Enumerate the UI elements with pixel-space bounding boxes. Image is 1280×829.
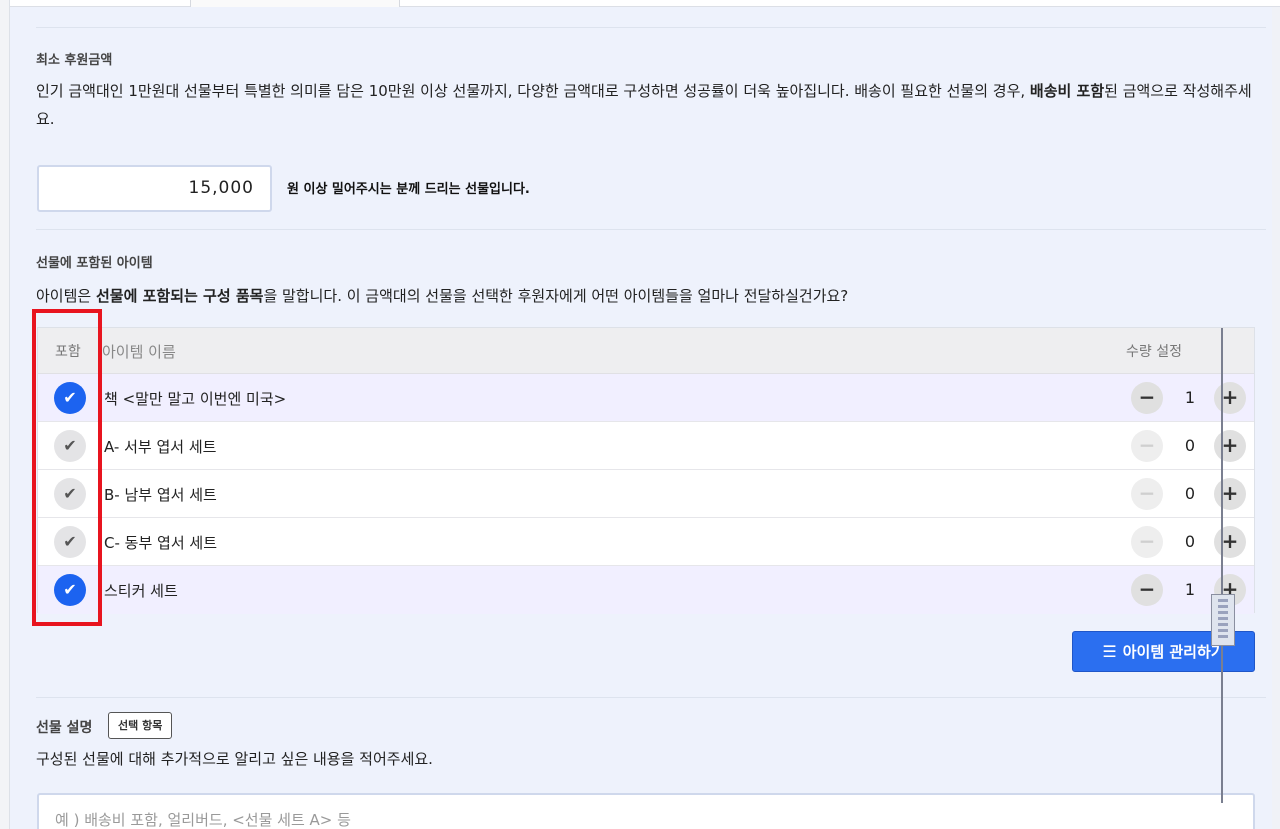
decrease-button[interactable]: − bbox=[1131, 526, 1163, 558]
min-amount-description: 인기 금액대인 1만원대 선물부터 특별한 의미를 담은 10만원 이상 선물까… bbox=[36, 77, 1266, 133]
plus-icon: + bbox=[1221, 529, 1239, 553]
item-quantity: 0 bbox=[1184, 436, 1196, 455]
table-row: ✔ B- 남부 엽서 세트 − 0 + bbox=[38, 470, 1254, 518]
left-scroll-strip bbox=[0, 0, 10, 829]
increase-button[interactable]: + bbox=[1214, 478, 1246, 510]
min-amount-title: 최소 후원금액 bbox=[36, 53, 113, 68]
drag-guide-line bbox=[1221, 328, 1223, 803]
decrease-button[interactable]: − bbox=[1131, 478, 1163, 510]
minus-icon: − bbox=[1138, 577, 1156, 601]
table-header: 포함 아이템 이름 수량 설정 bbox=[38, 328, 1254, 374]
min-amount-input[interactable]: 15,000 bbox=[37, 165, 272, 212]
minus-icon: − bbox=[1138, 385, 1156, 409]
table-row: ✔ 책 <말만 말고 이번엔 미국> − 1 + bbox=[38, 374, 1254, 422]
item-quantity: 0 bbox=[1184, 532, 1196, 551]
decrease-button[interactable]: − bbox=[1131, 574, 1163, 606]
increase-button[interactable]: + bbox=[1214, 526, 1246, 558]
item-quantity: 0 bbox=[1184, 484, 1196, 503]
divider bbox=[36, 229, 1266, 230]
item-name: 스티커 세트 bbox=[104, 582, 178, 600]
item-name: B- 남부 엽서 세트 bbox=[104, 486, 217, 504]
gift-description-title: 선물 설명 bbox=[36, 720, 93, 736]
plus-icon: + bbox=[1221, 481, 1239, 505]
decrease-button[interactable]: − bbox=[1131, 382, 1163, 414]
item-name: 책 <말만 말고 이번엔 미국> bbox=[104, 390, 287, 408]
table-row: ✔ C- 동부 엽서 세트 − 0 + bbox=[38, 518, 1254, 566]
items-section-title: 선물에 포함된 아이템 bbox=[36, 256, 153, 271]
item-quantity: 1 bbox=[1184, 388, 1196, 407]
divider bbox=[36, 697, 1266, 698]
minus-icon: − bbox=[1138, 529, 1156, 553]
top-tab[interactable] bbox=[190, 0, 400, 7]
items-section-description: 아이템은 선물에 포함되는 구성 품목을 말합니다. 이 금액대의 선물을 선택… bbox=[36, 282, 1266, 310]
manage-items-label: 아이템 관리하기 bbox=[1122, 643, 1225, 661]
divider bbox=[36, 27, 1266, 28]
include-column-highlight bbox=[32, 309, 102, 626]
drag-handle[interactable] bbox=[1211, 594, 1235, 646]
table-row: ✔ A- 서부 엽서 세트 − 0 + bbox=[38, 422, 1254, 470]
item-quantity: 1 bbox=[1184, 580, 1196, 599]
header-item-name: 아이템 이름 bbox=[102, 343, 176, 361]
desc-text: 아이템은 bbox=[36, 287, 96, 305]
optional-badge: 선택 항목 bbox=[108, 712, 173, 739]
desc-text: 인기 금액대인 1만원대 선물부터 특별한 의미를 담은 10만원 이상 선물까… bbox=[36, 82, 1030, 100]
increase-button[interactable]: + bbox=[1214, 430, 1246, 462]
min-amount-suffix: 원 이상 밀어주시는 분께 드리는 선물입니다. bbox=[287, 182, 530, 197]
plus-icon: + bbox=[1221, 433, 1239, 457]
list-icon: ☰ bbox=[1102, 642, 1117, 661]
minus-icon: − bbox=[1138, 481, 1156, 505]
item-name: A- 서부 엽서 세트 bbox=[104, 438, 217, 456]
minus-icon: − bbox=[1138, 433, 1156, 457]
desc-text: 을 말합니다. 이 금액대의 선물을 선택한 후원자에게 어떤 아이템들을 얼마… bbox=[263, 287, 849, 305]
table-row: ✔ 스티커 세트 − 1 + bbox=[38, 566, 1254, 614]
desc-bold-text: 선물에 포함되는 구성 품목 bbox=[95, 287, 264, 305]
increase-button[interactable]: + bbox=[1214, 382, 1246, 414]
items-table: 포함 아이템 이름 수량 설정 ✔ 책 <말만 말고 이번엔 미국> − 1 +… bbox=[37, 327, 1255, 614]
item-name: C- 동부 엽서 세트 bbox=[104, 534, 217, 552]
reward-form-panel: 최소 후원금액 인기 금액대인 1만원대 선물부터 특별한 의미를 담은 10만… bbox=[10, 7, 1272, 829]
gift-description-textarea[interactable]: 예 ) 배송비 포함, 얼리버드, <선물 세트 A> 등 bbox=[37, 793, 1255, 829]
decrease-button[interactable]: − bbox=[1131, 430, 1163, 462]
top-bar bbox=[10, 0, 1280, 7]
gift-description-help: 구성된 선물에 대해 추가적으로 알리고 싶은 내용을 적어주세요. bbox=[36, 750, 433, 768]
desc-bold-text: 배송비 포함 bbox=[1029, 82, 1105, 100]
plus-icon: + bbox=[1221, 385, 1239, 409]
header-quantity: 수량 설정 bbox=[1126, 344, 1182, 360]
